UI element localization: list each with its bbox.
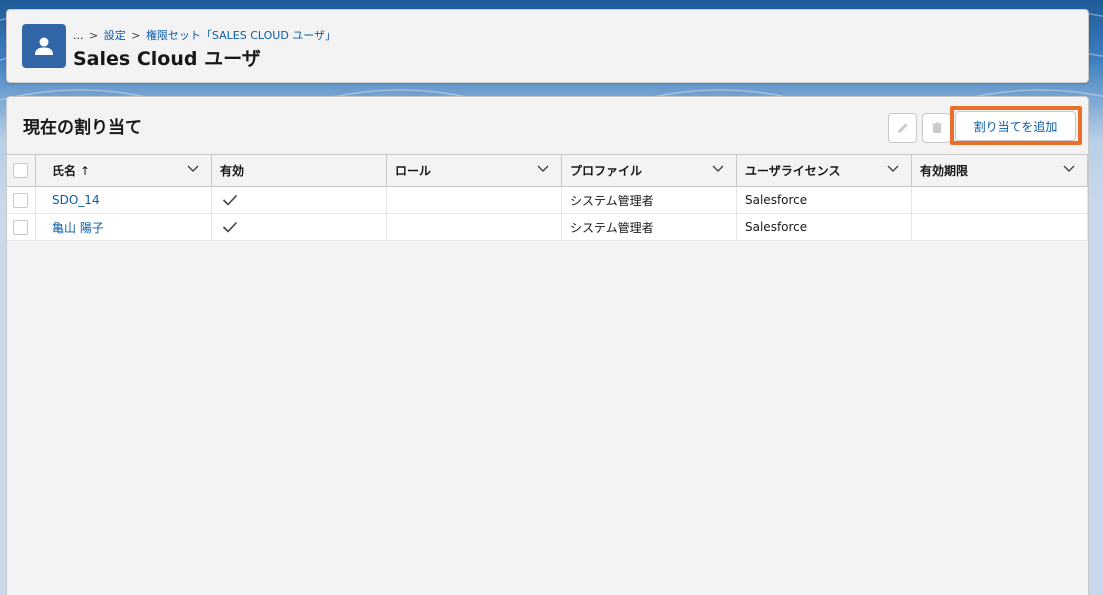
breadcrumb-setup-link[interactable]: 設定 — [104, 29, 126, 42]
role-cell — [387, 187, 562, 213]
profile-cell: システム管理者 — [562, 214, 737, 240]
column-label: 氏名 — [52, 164, 77, 178]
license-cell: Salesforce — [737, 214, 912, 240]
row-select-cell — [7, 187, 36, 213]
breadcrumb-ellipsis[interactable]: ... — [73, 29, 84, 42]
table-header: 氏名 ↑ 有効 ロール プロファイル ユーザライセンス 有効期限 — [7, 154, 1088, 187]
expiration-cell — [912, 214, 1088, 240]
assignments-card: 現在の割り当て 割り当てを追加 氏名 ↑ 有効 ロール プロファイル ユーザライ… — [6, 96, 1089, 595]
name-cell: SDO_14 — [36, 187, 212, 213]
page-title: Sales Cloud ユーザ — [73, 48, 261, 70]
column-label: 有効期限 — [920, 164, 969, 178]
column-header-license[interactable]: ユーザライセンス — [737, 155, 912, 186]
pencil-icon — [897, 123, 908, 133]
chevron-down-icon[interactable] — [537, 165, 549, 173]
user-name-link[interactable]: SDO_14 — [52, 193, 100, 207]
active-cell — [212, 187, 387, 213]
sort-ascending-icon: ↑ — [80, 163, 91, 178]
page-header: ... > 設定 > 権限セット「SALES CLOUD ユーザ」 Sales … — [6, 9, 1089, 83]
breadcrumb-separator: > — [89, 29, 99, 42]
active-cell — [212, 214, 387, 240]
profile-cell: システム管理者 — [562, 187, 737, 213]
breadcrumb-separator: > — [131, 29, 141, 42]
name-cell: 亀山 陽子 — [36, 214, 212, 240]
user-icon — [22, 24, 66, 68]
edit-button[interactable] — [888, 113, 917, 143]
checkmark-icon — [222, 221, 238, 233]
column-label: 有効 — [220, 164, 245, 178]
column-label: ユーザライセンス — [745, 164, 841, 178]
role-cell — [387, 214, 562, 240]
column-header-name[interactable]: 氏名 ↑ — [36, 155, 212, 186]
breadcrumb-permission-set-link[interactable]: 権限セット「SALES CLOUD ユーザ」 — [146, 29, 336, 42]
select-all-cell — [7, 155, 36, 186]
section-title: 現在の割り当て — [23, 118, 142, 138]
checkmark-icon — [222, 194, 238, 206]
chevron-down-icon[interactable] — [187, 165, 199, 173]
column-header-active[interactable]: 有効 — [212, 155, 387, 186]
table-row: SDO_14 システム管理者 Salesforce — [7, 187, 1088, 214]
table-row: 亀山 陽子 システム管理者 Salesforce — [7, 214, 1088, 241]
row-checkbox[interactable] — [13, 192, 28, 208]
column-label: ロール — [395, 164, 432, 178]
chevron-down-icon[interactable] — [712, 165, 724, 173]
column-header-profile[interactable]: プロファイル — [562, 155, 737, 186]
chevron-down-icon[interactable] — [887, 165, 899, 173]
expiration-cell — [912, 187, 1088, 213]
select-all-checkbox[interactable] — [13, 163, 28, 178]
assignments-table: 氏名 ↑ 有効 ロール プロファイル ユーザライセンス 有効期限 SDO_14 … — [7, 154, 1088, 241]
column-label: プロファイル — [570, 164, 643, 178]
column-header-expiration[interactable]: 有効期限 — [912, 155, 1088, 186]
chevron-down-icon[interactable] — [1063, 165, 1075, 173]
add-assignment-button[interactable]: 割り当てを追加 — [955, 111, 1076, 141]
license-cell: Salesforce — [737, 187, 912, 213]
row-checkbox[interactable] — [13, 219, 28, 235]
user-name-link[interactable]: 亀山 陽子 — [52, 219, 104, 236]
delete-button[interactable] — [922, 113, 951, 143]
row-select-cell — [7, 214, 36, 240]
breadcrumb: ... > 設定 > 権限セット「SALES CLOUD ユーザ」 — [73, 27, 336, 43]
column-header-role[interactable]: ロール — [387, 155, 562, 186]
trash-icon — [931, 122, 942, 133]
